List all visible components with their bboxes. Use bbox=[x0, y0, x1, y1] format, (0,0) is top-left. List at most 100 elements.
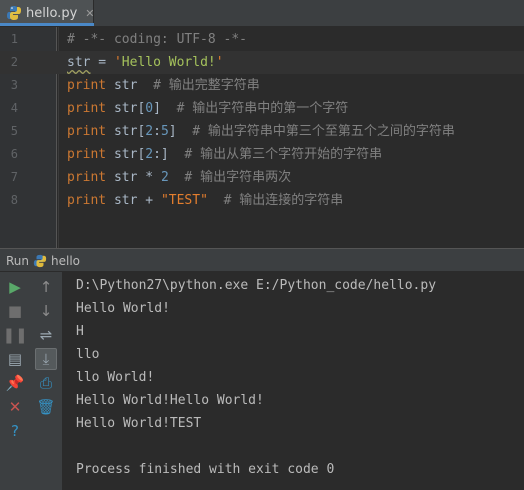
scroll-to-end-icon[interactable]: ⤓ bbox=[35, 348, 57, 370]
code-text: str = 'Hello World!' bbox=[67, 51, 224, 74]
code-token: # bbox=[184, 147, 201, 162]
code-text: print str[0] # 输出字符串中的第一个字符 bbox=[67, 97, 348, 120]
code-token: 输出从第三个字符开始的字符串 bbox=[200, 147, 383, 162]
console-line: Hello World!TEST bbox=[76, 416, 202, 431]
code-token: ] bbox=[153, 101, 177, 116]
code-line[interactable]: 4 print str[0] # 输出字符串中的第一个字符 bbox=[0, 97, 524, 120]
code-token: # bbox=[176, 101, 193, 116]
run-toolbar-secondary: ↑ ↓ ⇌ ⤓ ⎙ 🗑 bbox=[31, 272, 63, 490]
code-token: 输出字符串两次 bbox=[200, 170, 292, 185]
code-token: 5 bbox=[160, 124, 169, 139]
code-token: 2 bbox=[145, 147, 154, 162]
code-token: = bbox=[90, 55, 114, 70]
code-token: str bbox=[67, 55, 91, 70]
active-tab-indicator bbox=[0, 23, 94, 26]
console-line: llo World! bbox=[76, 370, 155, 385]
code-text: print str[2:] # 输出从第三个字符开始的字符串 bbox=[67, 143, 382, 166]
tab-hello-py[interactable]: hello.py ✕ bbox=[0, 0, 94, 26]
pin-icon[interactable]: 📌 bbox=[4, 372, 26, 394]
scroll-down-icon[interactable]: ↓ bbox=[35, 300, 57, 322]
code-token: str + bbox=[106, 193, 161, 208]
code-line[interactable]: 2 str = 'Hello World!' bbox=[0, 51, 524, 74]
dump-threads-icon[interactable]: ▤ bbox=[4, 348, 26, 370]
code-token: str[ bbox=[106, 101, 146, 116]
console-line: H bbox=[76, 324, 84, 339]
code-text: # -*- coding: UTF-8 -*- bbox=[67, 28, 247, 51]
clear-all-icon[interactable]: 🗑 bbox=[35, 396, 57, 418]
code-token: ' bbox=[215, 55, 224, 70]
code-token: str[ bbox=[106, 124, 146, 139]
console-line: llo bbox=[76, 347, 100, 362]
code-token: ' bbox=[113, 55, 122, 70]
code-token: 输出完整字符串 bbox=[168, 78, 260, 93]
run-config-name[interactable]: hello bbox=[51, 254, 80, 268]
line-number: 3 bbox=[10, 78, 18, 92]
line-number: 5 bbox=[10, 124, 18, 138]
code-token: # bbox=[184, 170, 201, 185]
soft-wrap-icon[interactable]: ⇌ bbox=[35, 324, 57, 346]
tab-filename: hello.py bbox=[26, 5, 78, 21]
line-number: 8 bbox=[10, 193, 18, 207]
code-token: 输出字符串中的第一个字符 bbox=[192, 101, 349, 116]
code-token: 2 bbox=[160, 170, 169, 185]
code-text: print str + "TEST" # 输出连接的字符串 bbox=[67, 189, 343, 212]
code-token: : bbox=[153, 124, 161, 139]
code-token: print bbox=[67, 193, 107, 208]
line-number: 2 bbox=[10, 55, 18, 69]
close-icon[interactable]: ✕ bbox=[4, 396, 26, 418]
line-number: 7 bbox=[10, 170, 18, 184]
python-file-icon bbox=[6, 5, 22, 21]
code-line[interactable]: 5 print str[2:5] # 输出字符串中第三个至第五个之间的字符串 bbox=[0, 120, 524, 143]
scroll-up-icon[interactable]: ↑ bbox=[35, 276, 57, 298]
print-icon[interactable]: ⎙ bbox=[35, 372, 57, 394]
pause-icon[interactable]: ❚❚ bbox=[2, 324, 27, 346]
console-line: Process finished with exit code 0 bbox=[76, 462, 335, 477]
code-token: ] bbox=[168, 124, 193, 139]
code-token: "TEST" bbox=[160, 193, 208, 208]
console-line: Hello World!Hello World! bbox=[76, 393, 264, 408]
code-line[interactable]: 1 # -*- coding: UTF-8 -*- bbox=[0, 28, 524, 51]
run-toolbar-primary: ▶ ■ ❚❚ ▤ 📌 ✕? bbox=[0, 272, 32, 490]
code-token: # -*- coding: UTF-8 -*- bbox=[67, 32, 248, 47]
code-token: str * bbox=[106, 170, 161, 185]
stop-icon[interactable]: ■ bbox=[4, 300, 26, 322]
code-token: 2 bbox=[145, 124, 154, 139]
line-number: 4 bbox=[10, 101, 18, 115]
code-line[interactable]: 8 print str + "TEST" # 输出连接的字符串 bbox=[0, 189, 524, 212]
code-line[interactable]: 7 print str * 2 # 输出字符串两次 bbox=[0, 166, 524, 189]
run-panel-title: Run bbox=[6, 254, 30, 268]
tab-close-icon[interactable]: ✕ bbox=[85, 7, 94, 20]
code-token: print bbox=[67, 147, 107, 162]
code-text: print str # 输出完整字符串 bbox=[67, 74, 260, 97]
run-console-output[interactable]: D:\Python27\python.exe E:/Python_code/he… bbox=[62, 272, 524, 490]
console-line: Hello World! bbox=[76, 301, 170, 316]
run-panel-header: Run hello bbox=[0, 251, 524, 272]
code-line[interactable]: 3 print str # 输出完整字符串 bbox=[0, 74, 524, 97]
help-icon[interactable]: ? bbox=[4, 420, 26, 442]
code-token: # bbox=[192, 124, 208, 139]
code-token: 输出连接的字符串 bbox=[239, 193, 344, 208]
code-token: :] bbox=[153, 147, 185, 162]
line-number: 1 bbox=[10, 32, 18, 46]
python-run-config-icon bbox=[33, 254, 47, 268]
code-line[interactable]: 6 print str[2:] # 输出从第三个字符开始的字符串 bbox=[0, 143, 524, 166]
code-editor[interactable]: 1 # -*- coding: UTF-8 -*- 2 str = 'Hello Wo… bbox=[0, 27, 524, 248]
code-token: print bbox=[67, 124, 107, 139]
code-token: print bbox=[67, 101, 107, 116]
code-token: print bbox=[67, 170, 107, 185]
code-token: Hello World! bbox=[121, 55, 216, 70]
line-number: 6 bbox=[10, 147, 18, 161]
code-token: str bbox=[106, 78, 154, 93]
code-token: # bbox=[223, 193, 240, 208]
code-text: print str[2:5] # 输出字符串中第三个至第五个之间的字符串 bbox=[67, 120, 455, 143]
code-token: 0 bbox=[145, 101, 154, 116]
code-token: print bbox=[67, 78, 107, 93]
rerun-icon[interactable]: ▶ bbox=[4, 276, 26, 298]
code-text: print str * 2 # 输出字符串两次 bbox=[67, 166, 291, 189]
code-token: 输出字符串中第三个至第五个之间的字符串 bbox=[207, 124, 455, 139]
console-line: D:\Python27\python.exe E:/Python_code/he… bbox=[76, 278, 437, 293]
code-token: str[ bbox=[106, 147, 146, 162]
editor-tab-bar: hello.py ✕ bbox=[0, 0, 524, 27]
